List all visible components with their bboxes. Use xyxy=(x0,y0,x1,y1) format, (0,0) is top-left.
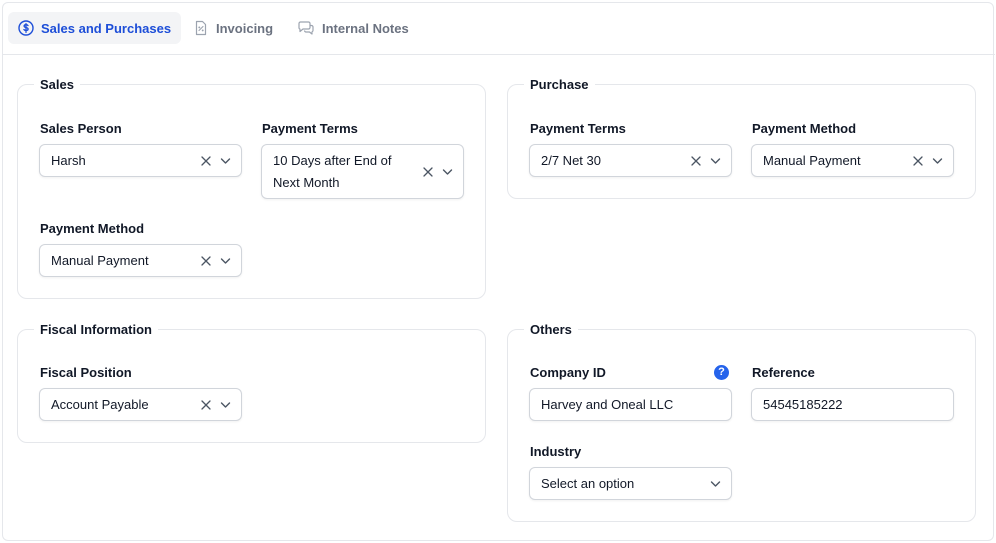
company-id-input[interactable]: Harvey and Oneal LLC xyxy=(529,388,732,421)
company-id-label: Company ID xyxy=(530,365,606,380)
sales-person-select[interactable]: Harsh xyxy=(39,144,242,177)
payment-terms-label: Payment Terms xyxy=(262,121,358,136)
purchase-payment-method-select[interactable]: Manual Payment xyxy=(751,144,954,177)
select-value: 10 Days after End of Next Month xyxy=(273,153,392,190)
select-value: Harsh xyxy=(51,153,86,168)
clear-icon[interactable] xyxy=(913,156,923,166)
sales-payment-terms-select[interactable]: 10 Days after End of Next Month xyxy=(261,144,464,199)
section-title: Fiscal Information xyxy=(40,322,152,337)
industry-label: Industry xyxy=(530,444,582,459)
sales-person-label: Sales Person xyxy=(40,121,122,136)
tab-bar: Sales and Purchases Invoicing Internal N… xyxy=(3,3,995,55)
tab-label: Internal Notes xyxy=(322,20,409,36)
clear-icon[interactable] xyxy=(423,167,433,177)
tab-invoicing[interactable]: Invoicing xyxy=(183,12,283,44)
section-title: Purchase xyxy=(530,77,589,92)
tab-label: Sales and Purchases xyxy=(41,20,172,36)
tab-label: Invoicing xyxy=(216,20,274,36)
clear-icon[interactable] xyxy=(201,400,211,410)
payment-method-label: Payment Method xyxy=(40,221,145,236)
input-value: 54545185222 xyxy=(763,397,843,412)
chevron-down-icon[interactable] xyxy=(220,401,231,409)
select-placeholder: Select an option xyxy=(541,476,635,491)
payment-method-label: Payment Method xyxy=(752,121,857,136)
select-value: Manual Payment xyxy=(51,253,149,268)
tab-sales-and-purchases[interactable]: Sales and Purchases xyxy=(8,12,182,44)
fiscal-information-section: Fiscal Information xyxy=(17,322,486,443)
chevron-down-icon[interactable] xyxy=(220,257,231,265)
select-value: Account Payable xyxy=(51,397,149,412)
fiscal-position-label: Fiscal Position xyxy=(40,365,132,380)
chevron-down-icon[interactable] xyxy=(442,168,453,176)
select-value: Manual Payment xyxy=(763,153,861,168)
chevron-down-icon[interactable] xyxy=(932,157,943,165)
select-value: 2/7 Net 30 xyxy=(541,153,601,168)
help-icon[interactable]: ? xyxy=(714,365,729,380)
input-value: Harvey and Oneal LLC xyxy=(541,397,674,412)
chat-bubbles-icon xyxy=(298,21,314,35)
section-title: Others xyxy=(530,322,572,337)
clear-icon[interactable] xyxy=(201,256,211,266)
section-title: Sales xyxy=(40,77,74,92)
purchase-section: Purchase xyxy=(507,77,976,199)
form-panel: Sales and Purchases Invoicing Internal N… xyxy=(2,2,995,541)
purchase-payment-terms-select[interactable]: 2/7 Net 30 xyxy=(529,144,732,177)
dollar-circle-icon xyxy=(18,20,34,36)
chevron-down-icon[interactable] xyxy=(710,157,721,165)
invoice-icon xyxy=(195,20,207,36)
fiscal-position-select[interactable]: Account Payable xyxy=(39,388,242,421)
payment-terms-label: Payment Terms xyxy=(530,121,626,136)
chevron-down-icon[interactable] xyxy=(220,157,231,165)
clear-icon[interactable] xyxy=(691,156,701,166)
clear-icon[interactable] xyxy=(201,156,211,166)
reference-input[interactable]: 54545185222 xyxy=(751,388,954,421)
sales-payment-method-select[interactable]: Manual Payment xyxy=(39,244,242,277)
reference-label: Reference xyxy=(752,365,815,380)
tab-internal-notes[interactable]: Internal Notes xyxy=(287,12,419,44)
industry-select[interactable]: Select an option xyxy=(529,467,732,500)
chevron-down-icon[interactable] xyxy=(710,480,721,488)
